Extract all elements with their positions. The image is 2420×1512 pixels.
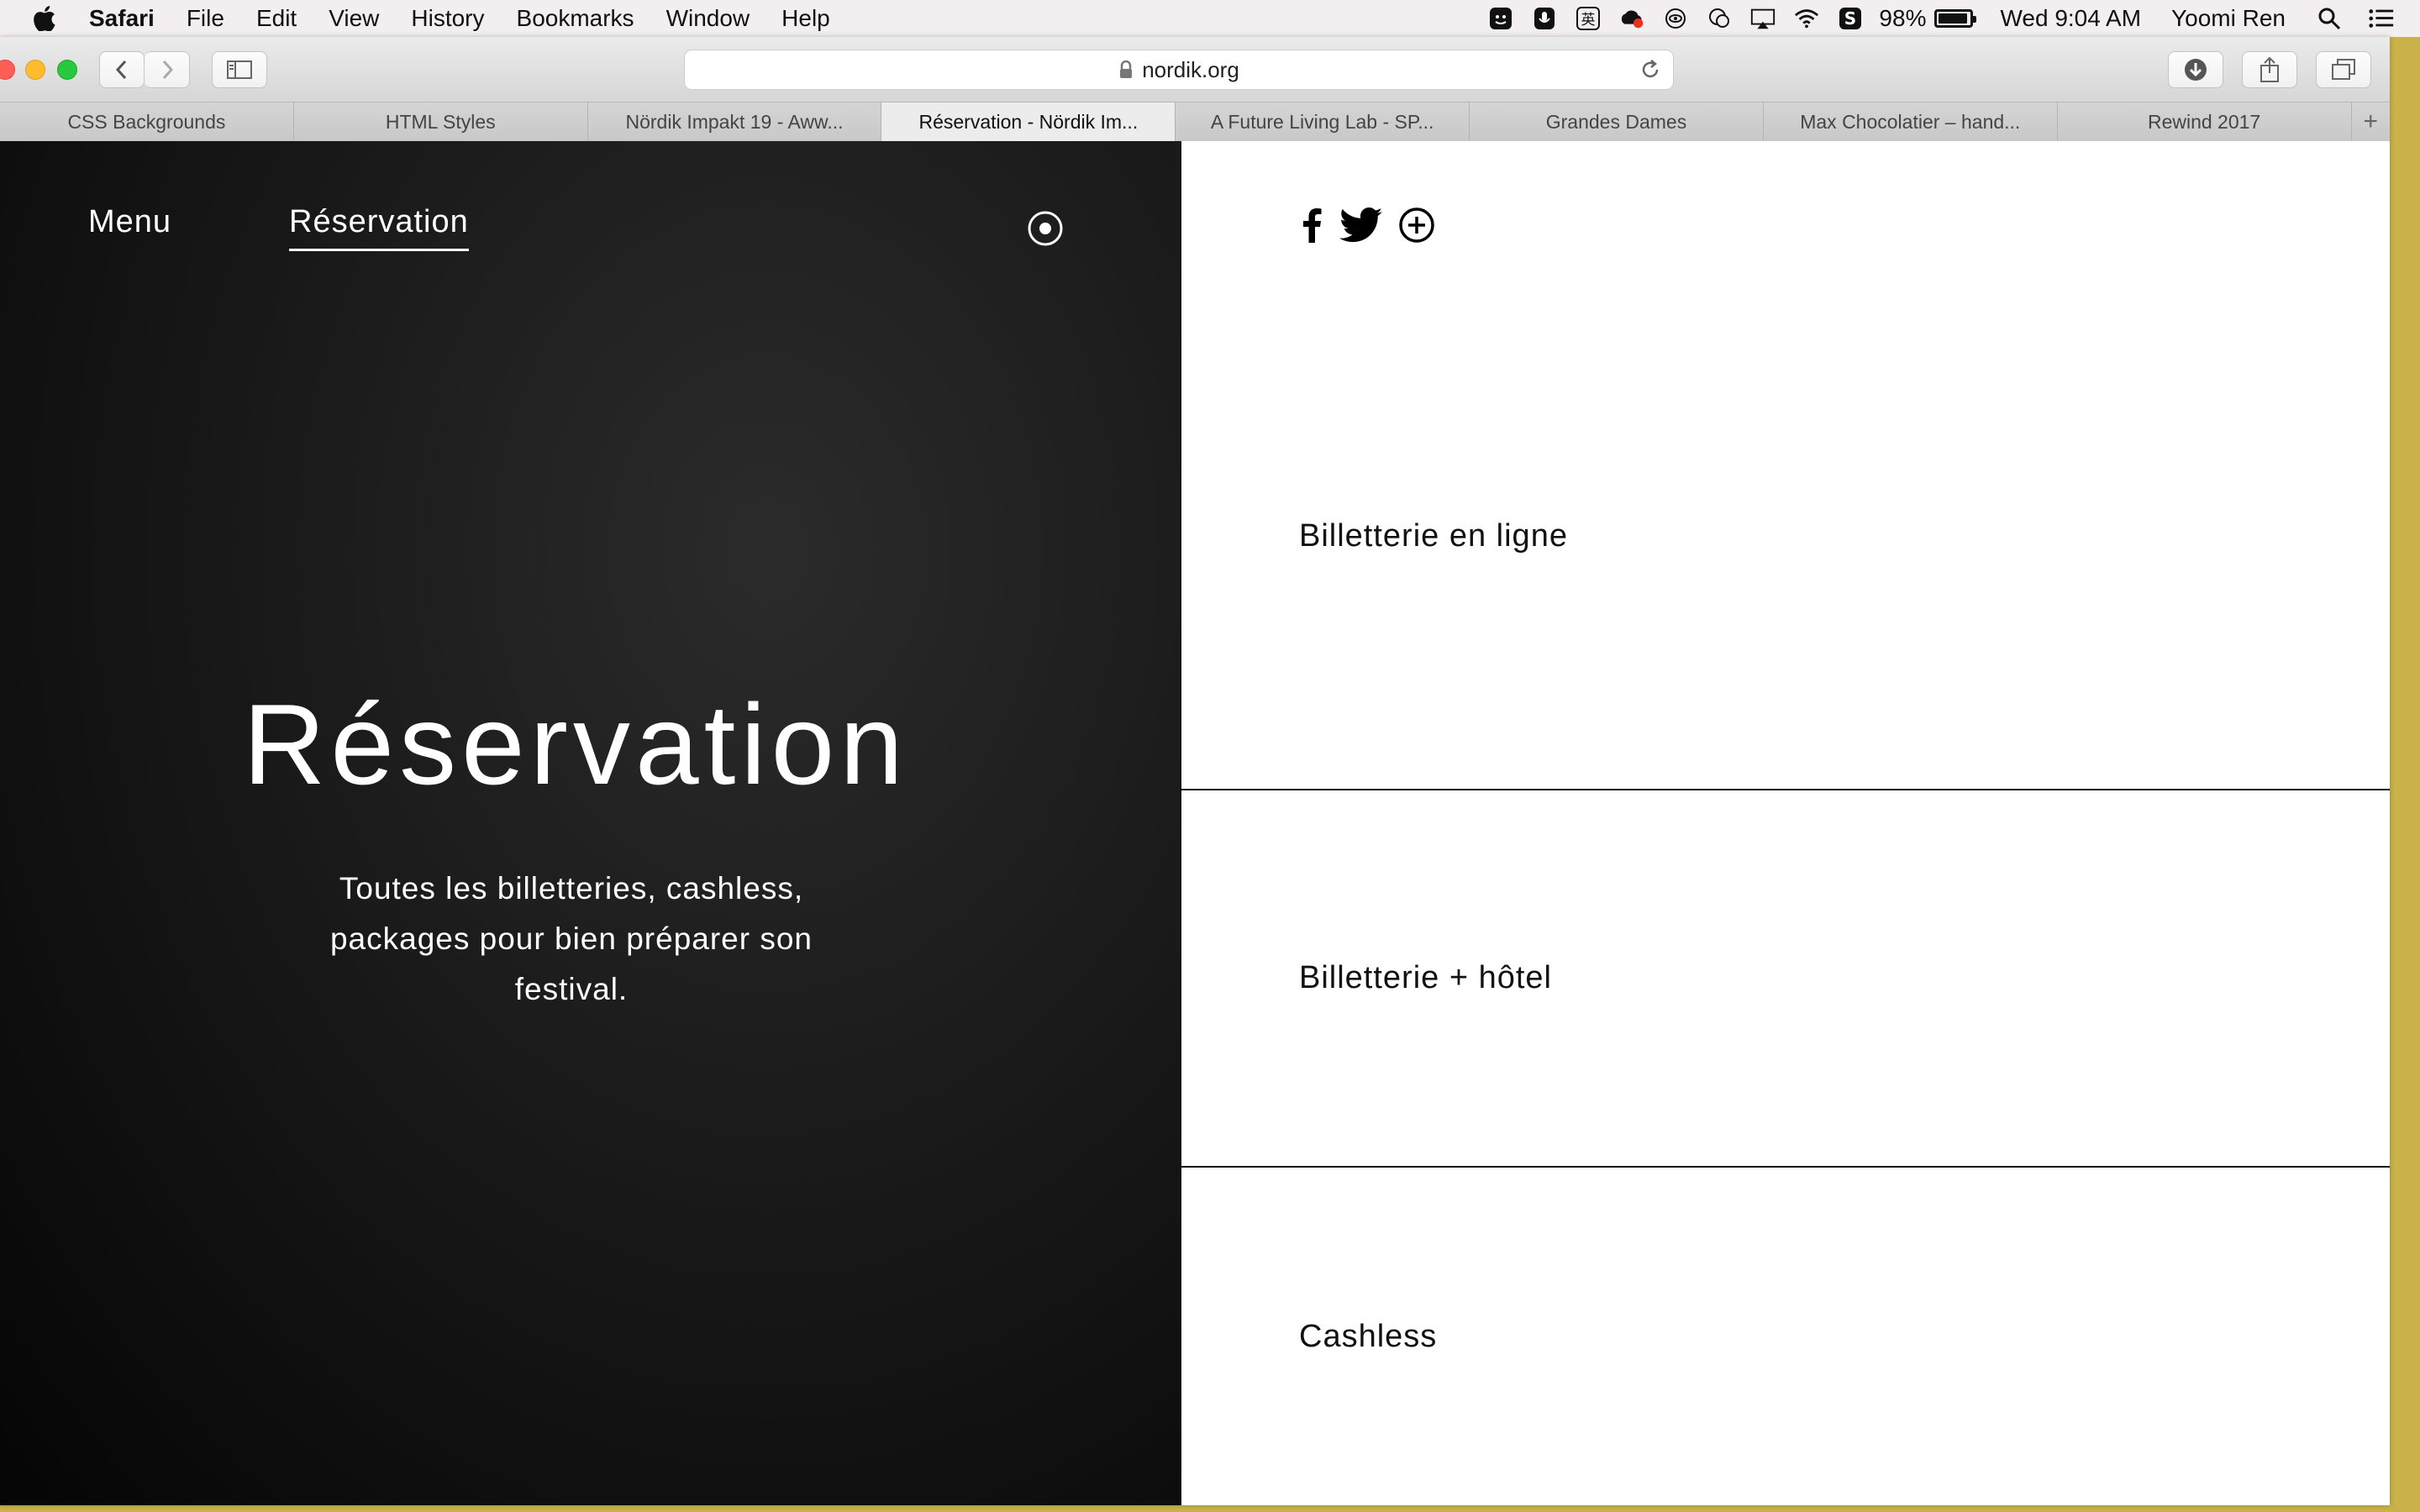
eye-icon[interactable]	[1662, 5, 1689, 32]
menu-file[interactable]: File	[187, 5, 224, 32]
nav-menu-link[interactable]: Menu	[88, 204, 171, 240]
notification-center-icon[interactable]	[2368, 5, 2395, 32]
tab-max-chocolatier[interactable]: Max Chocolatier – hand...	[1763, 102, 2058, 141]
sidebar-toggle-button[interactable]	[212, 51, 267, 88]
menu-history[interactable]: History	[411, 5, 484, 32]
tab-rewind-2017[interactable]: Rewind 2017	[2057, 102, 2352, 141]
address-bar[interactable]: nordik.org	[684, 50, 1674, 90]
tab-reservation-active[interactable]: Réservation - Nördik Im...	[881, 102, 1176, 141]
reload-icon[interactable]	[1639, 59, 1661, 87]
clock[interactable]: Wed 9:04 AM	[2000, 5, 2141, 32]
download-icon	[2185, 59, 2207, 81]
svg-text:S: S	[1844, 8, 1856, 29]
minimize-window-button[interactable]	[25, 60, 45, 80]
web-page: Menu Réservation Réservation Toutes les …	[0, 141, 2390, 1505]
tab-css-backgrounds[interactable]: CSS Backgrounds	[0, 102, 294, 141]
section-label: Billetterie en ligne	[1299, 518, 1568, 554]
tabs-icon	[2332, 59, 2355, 80]
battery-icon[interactable]	[1934, 9, 1977, 28]
close-window-button[interactable]	[0, 60, 15, 80]
status-area: 英 S 98% Wed 9:04 AM Yoomi Ren	[1470, 0, 2395, 37]
safari-window: nordik.org CSS Backgrounds HTML Styles N…	[0, 37, 2390, 1505]
microphone-icon[interactable]	[1531, 5, 1558, 32]
menu-help[interactable]: Help	[781, 5, 830, 32]
menu-view[interactable]: View	[329, 5, 379, 32]
chat-icon[interactable]	[1706, 5, 1733, 32]
page-title: Réservation	[243, 680, 908, 808]
section-label: Billetterie + hôtel	[1299, 960, 1552, 995]
share-button[interactable]	[2242, 51, 2297, 88]
forward-button[interactable]	[145, 51, 190, 88]
scrivener-s-icon[interactable]: S	[1837, 5, 1864, 32]
app-face-icon[interactable]	[1487, 5, 1514, 32]
tab-html-styles[interactable]: HTML Styles	[293, 102, 588, 141]
airplay-icon[interactable]	[1749, 5, 1776, 32]
menu-bookmarks[interactable]: Bookmarks	[517, 5, 634, 32]
tab-nordik-awwwards[interactable]: Nördik Impakt 19 - Aww...	[587, 102, 882, 141]
macos-menubar: Safari File Edit View History Bookmarks …	[0, 0, 2420, 37]
fullscreen-window-button[interactable]	[57, 60, 77, 80]
page-subtitle: Toutes les billetteries, cashless, packa…	[329, 871, 813, 1006]
lock-icon	[1118, 60, 1134, 79]
apple-icon[interactable]	[34, 6, 55, 31]
user-name[interactable]: Yoomi Ren	[2171, 5, 2286, 32]
tab-grandes-dames[interactable]: Grandes Dames	[1470, 102, 1764, 141]
section-label: Cashless	[1299, 1318, 1438, 1354]
svg-text:英: 英	[1581, 12, 1596, 29]
share-icon	[2260, 56, 2279, 82]
new-tab-button[interactable]: +	[2351, 102, 2390, 141]
battery-percent: 98%	[1879, 5, 1927, 31]
menu-edit[interactable]: Edit	[256, 5, 297, 32]
tab-overview-button[interactable]	[2316, 51, 2371, 88]
browser-toolbar: nordik.org	[0, 37, 2390, 102]
back-button[interactable]	[99, 51, 145, 88]
tab-bar: CSS Backgrounds HTML Styles Nördik Impak…	[0, 102, 2390, 141]
spotlight-search-icon[interactable]	[2316, 5, 2343, 32]
section-cashless[interactable]: Cashless	[1181, 1168, 2390, 1505]
downloads-button[interactable]	[2168, 51, 2223, 88]
wifi-icon[interactable]	[1793, 5, 1820, 32]
nav-reservation-link[interactable]: Réservation	[289, 204, 469, 251]
tab-future-living-lab[interactable]: A Future Living Lab - SP...	[1176, 102, 1470, 141]
hero-panel: Menu Réservation Réservation Toutes les …	[0, 141, 1180, 1505]
sidebar-icon	[227, 60, 252, 79]
menu-app-name[interactable]: Safari	[89, 5, 155, 32]
section-billetterie-hotel[interactable]: Billetterie + hôtel	[1181, 790, 2390, 1168]
url-text: nordik.org	[1142, 56, 1239, 82]
creative-cloud-icon[interactable]	[1618, 5, 1645, 32]
input-method-icon[interactable]: 英	[1575, 5, 1602, 32]
target-circle-icon[interactable]	[1027, 210, 1064, 247]
chevron-right-icon	[162, 60, 173, 80]
chevron-left-icon	[115, 60, 127, 80]
menu-window[interactable]: Window	[666, 5, 750, 32]
reservation-options-panel: Billetterie en ligne Billetterie + hôtel…	[1180, 141, 2390, 1505]
section-billetterie-en-ligne[interactable]: Billetterie en ligne	[1181, 141, 2390, 790]
